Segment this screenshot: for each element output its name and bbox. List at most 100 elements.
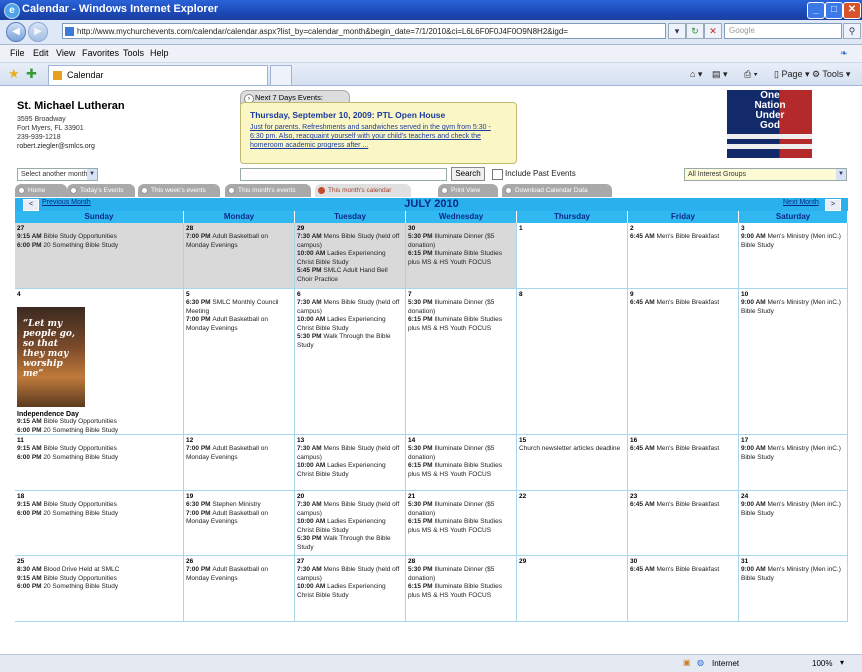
calendar-event[interactable]: 9:00 AM Men's Ministry (Men inC.) Bible … <box>741 501 845 518</box>
day-number[interactable]: 18 <box>17 493 181 501</box>
calendar-event[interactable]: 10:00 AM Ladies Experiencing Christ Bibl… <box>297 462 403 479</box>
day-number[interactable]: 16 <box>630 437 736 445</box>
calendar-event[interactable]: 6:45 AM Men's Bible Breakfast <box>630 445 736 454</box>
tab-months-calendar[interactable]: This month's calendar <box>315 184 411 197</box>
day-cell[interactable]: 28 5:30 PM Illuminate Dinner ($5 donation… <box>406 556 517 622</box>
day-number[interactable]: 31 <box>741 558 845 566</box>
day-number[interactable]: 29 <box>297 225 403 233</box>
day-number[interactable]: 20 <box>297 493 403 501</box>
dropdown-arrow-icon[interactable]: ▾ <box>668 23 686 39</box>
day-cell[interactable]: 8 <box>517 289 628 435</box>
calendar-event[interactable]: 6:30 PM Stephen Ministry <box>186 501 292 510</box>
calendar-event[interactable]: 9:15 AM Bible Study Opportunities <box>17 445 181 454</box>
calendar-event[interactable]: 10:00 AM Ladies Experiencing Christ Bibl… <box>297 518 403 535</box>
day-cell[interactable]: 26 7:00 PM Adult Basketball on Monday Eve… <box>184 556 295 622</box>
search-icon[interactable]: ⚲ <box>843 23 861 39</box>
day-cell[interactable]: 9 6:45 AM Men's Bible Breakfast <box>628 289 739 435</box>
day-cell[interactable]: 22 <box>517 491 628 556</box>
calendar-event[interactable]: 6:00 PM 20 Something Bible Study <box>17 510 181 519</box>
day-cell[interactable]: 11 9:15 AM Bible Study Opportunities 6:00 … <box>15 435 184 491</box>
calendar-event[interactable]: 7:30 AM Mens Bible Study (held off campu… <box>297 566 403 583</box>
day-number[interactable]: 24 <box>741 493 845 501</box>
day-number[interactable]: 19 <box>186 493 292 501</box>
include-past-checkbox[interactable] <box>492 169 503 180</box>
day-cell[interactable]: 15 Church newsletter articles deadline <box>517 435 628 491</box>
day-cell[interactable]: 7 5:30 PM Illuminate Dinner ($5 donation)… <box>406 289 517 435</box>
day-number[interactable]: 30 <box>630 558 736 566</box>
day-number[interactable]: 12 <box>186 437 292 445</box>
menu-tools[interactable]: Tools <box>123 48 144 58</box>
menu-file[interactable]: File <box>10 48 25 58</box>
search-field[interactable] <box>240 168 447 181</box>
url-field[interactable]: http://www.mychurchevents.com/calendar/c… <box>62 23 666 39</box>
calendar-event[interactable]: 6:45 AM Men's Bible Breakfast <box>630 566 736 575</box>
day-number[interactable]: 15 <box>519 437 625 445</box>
calendar-event[interactable]: 9:00 AM Men's Ministry (Men inC.) Bible … <box>741 233 845 250</box>
day-cell[interactable]: 6 7:30 AM Mens Bible Study (held off camp… <box>295 289 406 435</box>
day-number[interactable]: 22 <box>519 493 625 501</box>
close-button[interactable]: ✕ <box>843 2 861 19</box>
day-cell[interactable]: 10 9:00 AM Men's Ministry (Men inC.) Bibl… <box>739 289 848 435</box>
day-cell[interactable]: 16 6:45 AM Men's Bible Breakfast <box>628 435 739 491</box>
calendar-event[interactable]: 6:00 PM 20 Something Bible Study <box>17 427 181 435</box>
calendar-event[interactable]: Church newsletter articles deadline <box>519 445 625 454</box>
calendar-event[interactable]: 6:45 AM Men's Bible Breakfast <box>630 299 736 308</box>
calendar-event[interactable]: 6:00 PM 20 Something Bible Study <box>17 583 181 592</box>
day-number[interactable]: 21 <box>408 493 514 501</box>
stop-icon[interactable]: ✕ <box>704 23 722 39</box>
calendar-event[interactable]: 5:30 PM Walk Through the Bible Study <box>297 333 403 350</box>
day-cell[interactable]: 18 9:15 AM Bible Study Opportunities 6:00 … <box>15 491 184 556</box>
day-cell[interactable]: 12 7:00 PM Adult Basketball on Monday Eve… <box>184 435 295 491</box>
day-cell[interactable]: 24 9:00 AM Men's Ministry (Men inC.) Bibl… <box>739 491 848 556</box>
day-number[interactable]: 25 <box>17 558 181 566</box>
calendar-event[interactable]: 7:30 AM Mens Bible Study (held off campu… <box>297 299 403 316</box>
menu-view[interactable]: View <box>56 48 75 58</box>
calendar-event[interactable]: 10:00 AM Ladies Experiencing Christ Bibl… <box>297 583 403 600</box>
calendar-event[interactable]: 5:30 PM Walk Through the Bible Study <box>297 535 403 552</box>
prev-arrow-icon[interactable]: < <box>23 199 39 211</box>
home-icon[interactable]: ⌂ ▾ <box>690 69 702 80</box>
day-number[interactable]: 17 <box>741 437 845 445</box>
day-cell[interactable]: 27 7:30 AM Mens Bible Study (held off cam… <box>295 556 406 622</box>
calendar-event[interactable]: 5:45 PM SMLC Adult Hand Bell Choir Pract… <box>297 267 403 284</box>
next-arrow-icon[interactable]: > <box>825 199 841 211</box>
day-number[interactable]: 5 <box>186 291 292 299</box>
menu-help[interactable]: Help <box>150 48 169 58</box>
calendar-event[interactable]: 6:30 PM SMLC Monthly Council Meeting <box>186 299 292 316</box>
calendar-event[interactable]: 7:00 PM Adult Basketball on Monday Eveni… <box>186 445 292 462</box>
day-cell[interactable]: 29 <box>517 556 628 622</box>
day-cell[interactable]: 23 6:45 AM Men's Bible Breakfast <box>628 491 739 556</box>
calendar-event[interactable]: 7:00 PM Adult Basketball on Monday Eveni… <box>186 316 292 333</box>
maximize-button[interactable]: □ <box>825 2 843 19</box>
day-number[interactable]: 27 <box>17 225 181 233</box>
day-number[interactable]: 14 <box>408 437 514 445</box>
upcoming-event-desc[interactable]: Just for parents. Refreshments and sandw… <box>250 123 505 150</box>
calendar-event[interactable]: 6:00 PM 20 Something Bible Study <box>17 242 181 251</box>
day-cell[interactable]: 13 7:30 AM Mens Bible Study (held off cam… <box>295 435 406 491</box>
day-cell[interactable]: 30 6:45 AM Men's Bible Breakfast <box>628 556 739 622</box>
tab-home[interactable]: Home <box>15 184 67 197</box>
tab-print-view[interactable]: Print View <box>438 184 498 197</box>
add-favorite-icon[interactable]: ✚ <box>26 66 37 82</box>
interest-groups-select[interactable]: All Interest Groups ▼ <box>684 168 847 181</box>
feeds-icon[interactable]: ▤ ▾ <box>712 69 728 80</box>
org-email[interactable]: robert.ziegler@smlcs.org <box>17 143 95 150</box>
calendar-event[interactable]: 6:15 PM Illuminate Bible Studies plus MS… <box>408 518 514 535</box>
day-number[interactable]: 28 <box>408 558 514 566</box>
zoom-dropdown-icon[interactable]: ▾ <box>840 658 844 667</box>
day-number[interactable]: 2 <box>630 225 736 233</box>
calendar-event[interactable]: 5:30 PM Illuminate Dinner ($5 donation) <box>408 233 514 250</box>
tab-months-events[interactable]: This month's events <box>225 184 311 197</box>
tab-download[interactable]: Download Calendar Data <box>502 184 612 197</box>
calendar-event[interactable]: 5:30 PM Illuminate Dinner ($5 donation) <box>408 299 514 316</box>
links-icon[interactable]: ❧ <box>840 48 848 59</box>
calendar-event[interactable]: 7:30 AM Mens Bible Study (held off campu… <box>297 445 403 462</box>
day-cell[interactable]: 1 <box>517 223 628 289</box>
calendar-event[interactable]: 9:00 AM Men's Ministry (Men inC.) Bible … <box>741 566 845 583</box>
day-number[interactable]: 10 <box>741 291 845 299</box>
day-number[interactable]: 11 <box>17 437 181 445</box>
day-cell[interactable]: 4 “Let my people go, so that they may wor… <box>15 289 184 435</box>
calendar-event[interactable]: 9:00 AM Men's Ministry (Men inC.) Bible … <box>741 445 845 462</box>
page-menu[interactable]: ▯ Page ▾ <box>774 69 810 80</box>
day-cell[interactable]: 29 7:30 AM Mens Bible Study (held off cam… <box>295 223 406 289</box>
